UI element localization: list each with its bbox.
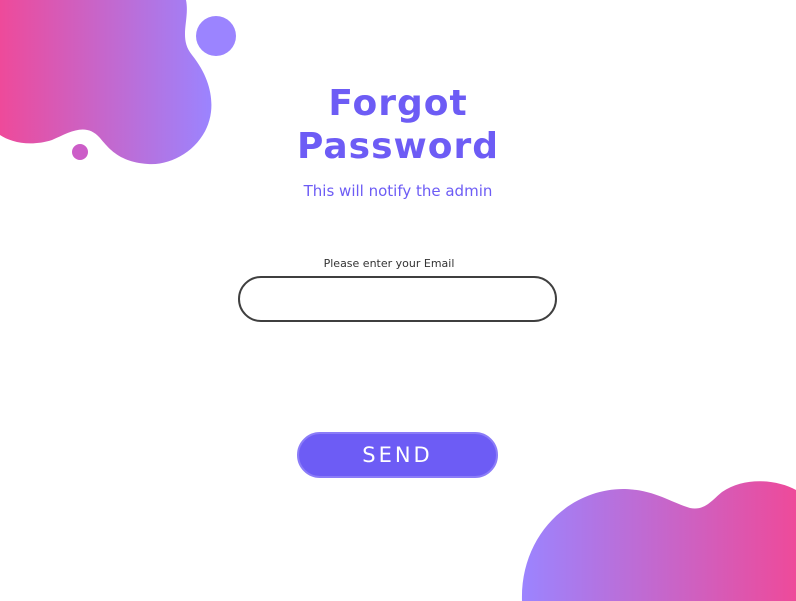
top-left-bubble-large — [196, 16, 236, 56]
email-input[interactable] — [238, 276, 557, 322]
page-title-line1: Forgot — [328, 83, 468, 124]
page-title-line2: Password — [296, 126, 500, 167]
bottom-right-blob — [521, 481, 796, 601]
page-subtitle: This will notify the admin — [303, 182, 493, 200]
send-button[interactable]: SEND — [297, 432, 498, 478]
page-title: Forgot Password — [0, 82, 796, 168]
email-label: Please enter your Email — [323, 257, 455, 270]
